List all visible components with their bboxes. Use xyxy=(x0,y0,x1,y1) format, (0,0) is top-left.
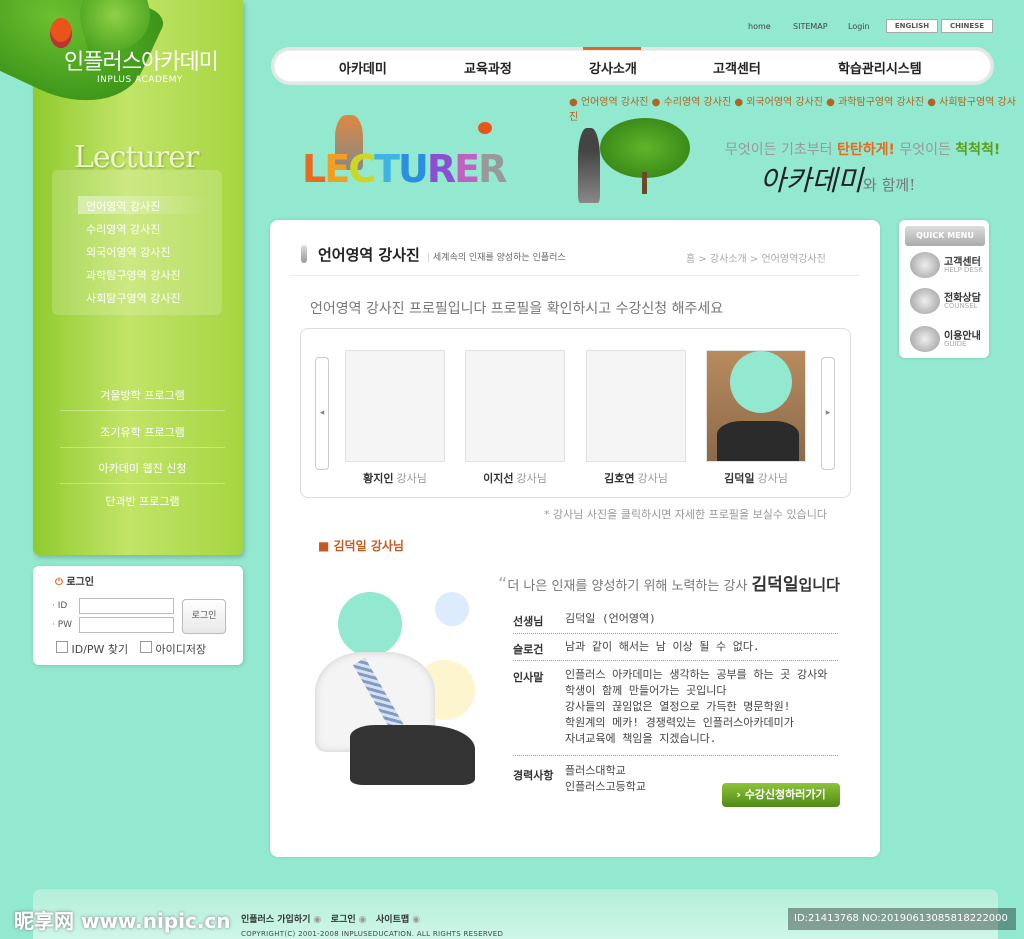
quick-counsel[interactable]: 전화상담 COUNSEL xyxy=(910,288,985,316)
id-label: · ID xyxy=(52,601,68,611)
image-id-tag: ID:21413768 NO:20190613085818222000 xyxy=(788,908,1016,930)
tree-image xyxy=(600,118,690,178)
gallery-next-button[interactable]: ▸ xyxy=(821,357,835,470)
face-blur xyxy=(730,351,792,413)
power-icon: ⏻ xyxy=(55,577,63,588)
gallery-prev-button[interactable]: ◂ xyxy=(315,357,329,470)
mouse-icon xyxy=(910,326,940,352)
teacher-photo[interactable] xyxy=(586,350,686,462)
program-webzine[interactable]: 아카데미 웹진 신청 xyxy=(60,453,225,484)
logo-text[interactable]: 인플러스아카데미 xyxy=(64,44,219,76)
sitemap-link[interactable]: SITEMAP xyxy=(793,22,828,31)
save-id-checkbox[interactable] xyxy=(140,641,152,653)
nav-customer[interactable]: 고객센터 xyxy=(713,58,761,77)
teacher-photo-selected[interactable] xyxy=(706,350,806,462)
find-idpw[interactable]: ID/PW 찾기 xyxy=(56,641,128,657)
login-link[interactable]: Login xyxy=(848,22,870,31)
profile-label: 선생님 xyxy=(513,615,544,628)
page-title: 언어영역 강사진 xyxy=(318,246,420,264)
magnifier-icon xyxy=(910,252,940,278)
row-divider xyxy=(513,633,838,634)
face-blur xyxy=(338,592,402,656)
program-single-class[interactable]: 단과반 프로그램 xyxy=(60,486,225,516)
teacher-name[interactable]: 황지인 강사님 xyxy=(340,470,450,486)
save-id[interactable]: 아이디저장 xyxy=(140,641,206,657)
profile-label: 경력사항 xyxy=(513,769,554,782)
watermark: 昵享网 www.nipic.cn xyxy=(14,909,231,933)
login-title: ⏻ 로그인 xyxy=(55,577,95,588)
page-subtitle: | 세계속의 인재를 양성하는 인플러스 xyxy=(427,253,566,263)
profile-value: 김덕일 (언어영역) xyxy=(565,612,656,625)
quick-guide[interactable]: 이용안내 GUIDE xyxy=(910,326,985,354)
find-checkbox[interactable] xyxy=(56,641,68,653)
login-button[interactable]: 로그인 xyxy=(182,599,226,634)
nav-curriculum[interactable]: 교육과정 xyxy=(464,58,512,77)
footer-links: 인플러스 가입하기 ◉ 로그인 ◉ 사이트맵 ◉ xyxy=(241,912,420,925)
tree-trunk xyxy=(642,172,647,194)
row-divider xyxy=(513,755,838,756)
banner-slogan-top: 무엇이든 기초부터 탄탄하게! 무엇이든 척척척! xyxy=(725,142,1001,158)
quick-menu-title: QUICK MENU xyxy=(905,226,985,246)
person-figure-2 xyxy=(578,128,600,203)
footer-join-link[interactable]: 인플러스 가입하기 xyxy=(241,915,310,925)
sidebar-item-korean[interactable]: 언어영역 강사진 xyxy=(86,198,160,214)
teacher-portrait xyxy=(310,590,485,795)
chevron-icon: ◉ xyxy=(412,915,421,925)
sidebar-item-foreign[interactable]: 외국어영역 강사진 xyxy=(86,244,170,260)
home-link[interactable]: home xyxy=(748,22,771,31)
copyright: COPYRIGHT(C) 2001-2008 INPLUSEDUCATION. … xyxy=(241,930,504,938)
chevron-icon: ◉ xyxy=(313,915,322,925)
sidebar-item-science[interactable]: 과학탐구영역 강사진 xyxy=(86,267,181,283)
english-button[interactable]: ENGLISH xyxy=(886,19,938,33)
gallery-note: * 강사님 사진을 클릭하시면 자세한 프로필을 보실수 있습니다 xyxy=(544,508,827,521)
nav-academy[interactable]: 아카데미 xyxy=(339,58,387,77)
pw-input[interactable] xyxy=(79,617,174,633)
nav-lms[interactable]: 학습관리시스템 xyxy=(838,58,922,77)
logo-subtext: INPLUS ACADEMY xyxy=(97,75,183,85)
sidebar-item-social[interactable]: 사회탐구영역 강사진 xyxy=(86,290,181,306)
apply-course-button[interactable]: › 수강신청하러가기 xyxy=(722,783,840,807)
teacher-photo[interactable] xyxy=(465,350,565,462)
suit xyxy=(717,421,799,461)
banner-slogan-main: 아카데미와 함께! xyxy=(760,164,916,197)
chinese-button[interactable]: CHINESE xyxy=(941,19,993,33)
profile-value: 플러스대학교 인플러스고등학교 xyxy=(565,764,646,793)
program-study-abroad[interactable]: 조기유학 프로그램 xyxy=(60,417,225,448)
bokeh-circle xyxy=(435,592,469,626)
nav-lecturers[interactable]: 강사소개 xyxy=(589,58,637,77)
footer-login-link[interactable]: 로그인 xyxy=(331,915,356,925)
breadcrumb[interactable]: 홈 > 강사소개 > 언어영역강사진 xyxy=(686,250,826,265)
profile-value: 남과 같이 해서는 남 이상 될 수 없다. xyxy=(565,640,760,653)
teacher-photo[interactable] xyxy=(345,350,445,462)
trousers xyxy=(350,725,475,785)
nav-selected-indicator xyxy=(583,47,641,50)
title-bullet xyxy=(301,245,307,263)
butterfly-icon xyxy=(478,122,492,134)
teacher-name[interactable]: 김덕일 강사님 xyxy=(701,470,811,486)
teacher-name[interactable]: 이지선 강사님 xyxy=(460,470,570,486)
chevron-icon: ◉ xyxy=(358,915,367,925)
footer-sitemap-link[interactable]: 사이트맵 xyxy=(376,915,409,925)
sidebar-item-math[interactable]: 수리영역 강사진 xyxy=(86,221,160,237)
id-input[interactable] xyxy=(79,598,174,614)
phone-icon xyxy=(910,288,940,314)
banner-word: LECTURER xyxy=(302,147,507,191)
teacher-name[interactable]: 김호연 강사님 xyxy=(581,470,691,486)
quick-helpdesk[interactable]: 고객센터 HELP DESK xyxy=(910,252,985,280)
row-divider xyxy=(513,660,838,661)
selected-teacher-heading: ■ 김덕일 강사님 xyxy=(318,539,404,553)
teacher-quote: “더 나은 인재를 양성하기 위해 노력하는 강사 김덕일입니다 xyxy=(498,574,840,595)
pw-label: · PW xyxy=(52,620,73,630)
profile-value: 인플러스 아카데미는 생각하는 공부를 하는 곳 강사와 학생이 함께 만들어가… xyxy=(565,668,828,745)
intro-text: 언어영역 강사진 프로필입니다 프로필을 확인하시고 수강신청 해주세요 xyxy=(310,301,724,317)
program-winter[interactable]: 겨울방학 프로그램 xyxy=(60,380,225,411)
divider xyxy=(290,275,860,276)
profile-label: 인사말 xyxy=(513,671,544,684)
profile-label: 슬로건 xyxy=(513,643,544,656)
